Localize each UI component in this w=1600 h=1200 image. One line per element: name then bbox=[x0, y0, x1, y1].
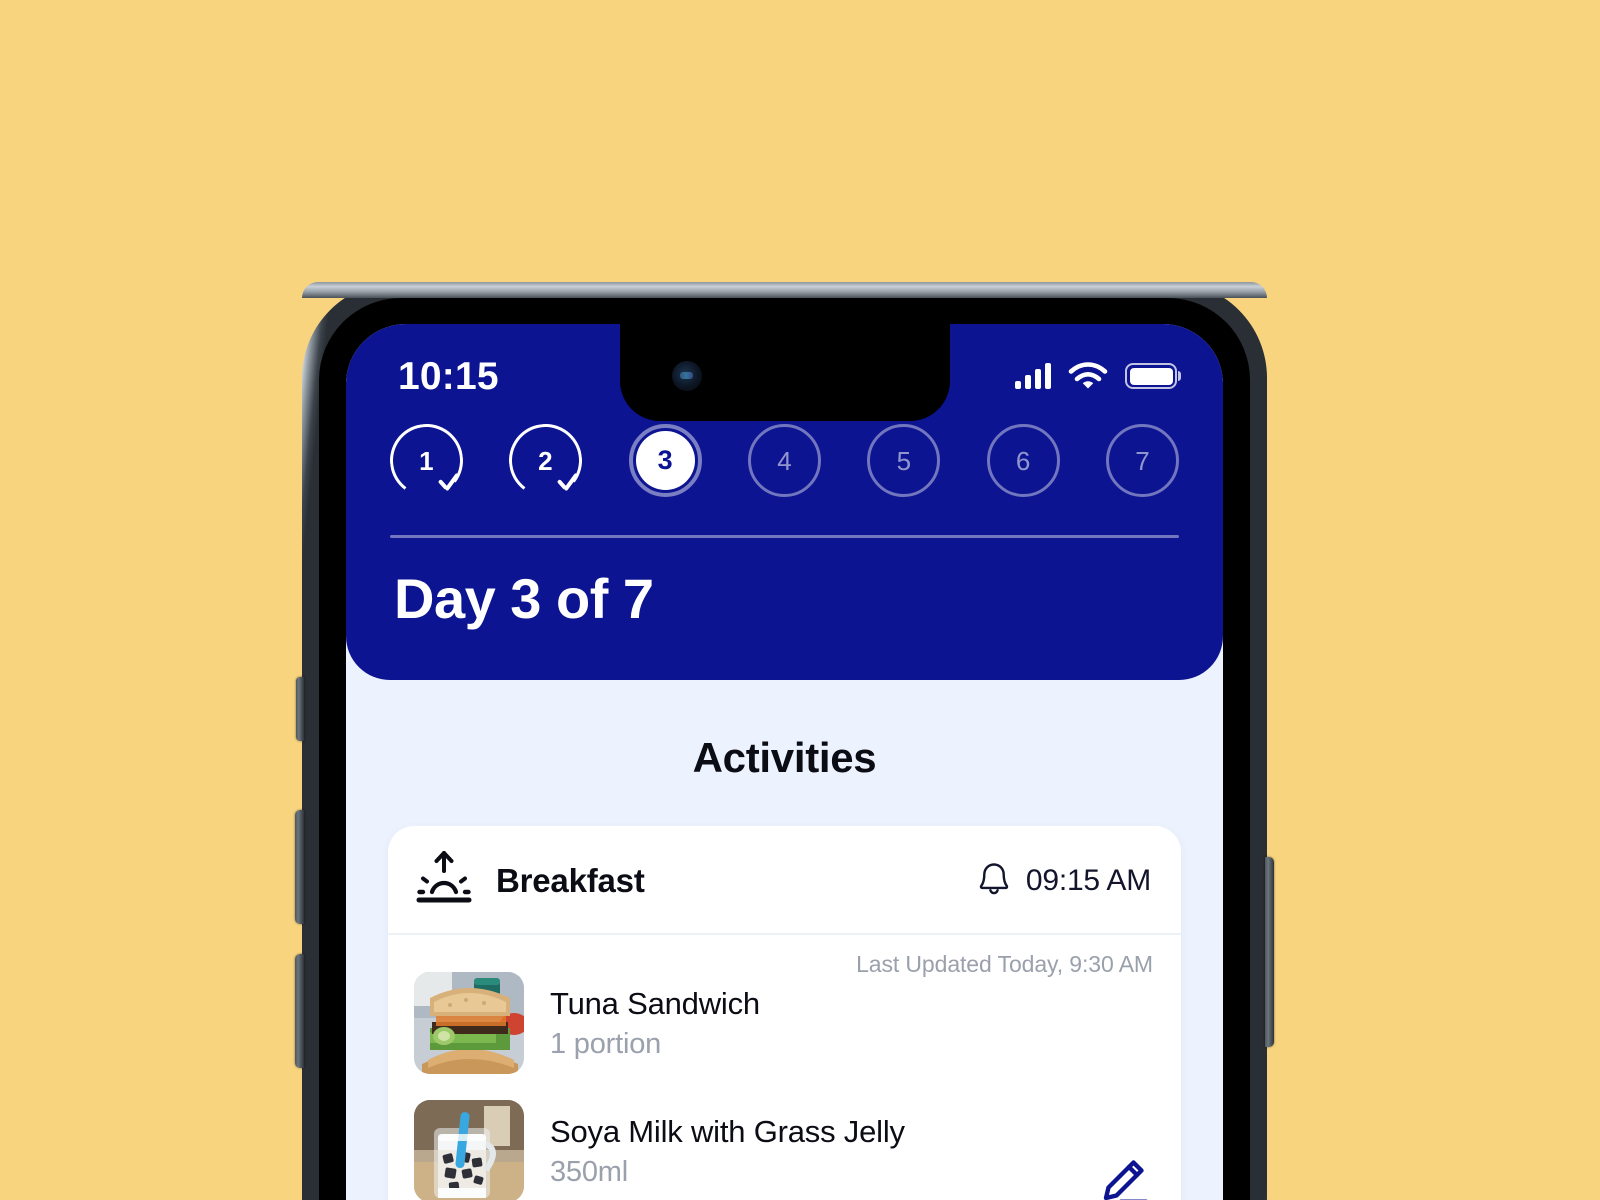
phone-device-frame: 10:15 1 2 3 4 5 6 7 Day 3 of 7 Activitie… bbox=[295, 282, 1274, 1200]
card-header: Breakfast 09:15 AM bbox=[388, 826, 1181, 935]
stepper-step-7[interactable]: 7 bbox=[1105, 424, 1179, 497]
food-quantity: 1 portion bbox=[550, 1027, 662, 1060]
stepper-step-label: 1 bbox=[419, 445, 434, 476]
food-name: Tuna Sandwich bbox=[550, 986, 760, 1022]
battery-icon bbox=[1125, 363, 1177, 389]
stepper-step-4[interactable]: 4 bbox=[747, 424, 821, 497]
signal-bars-icon bbox=[1015, 363, 1051, 389]
volume-down-button[interactable] bbox=[295, 954, 304, 1068]
meal-reminder-time: 09:15 AM bbox=[1025, 863, 1151, 897]
volume-up-button[interactable] bbox=[295, 810, 304, 924]
stepper-step-label: 6 bbox=[1015, 445, 1031, 476]
notch bbox=[619, 324, 950, 421]
page-title: Day 3 of 7 bbox=[394, 566, 654, 630]
day-stepper: 1 2 3 4 5 6 7 bbox=[346, 419, 1223, 502]
main-content: Activities Breakfast 09:15 AM Last Updat… bbox=[346, 680, 1223, 1200]
stepper-step-label: 5 bbox=[896, 445, 912, 476]
check-icon bbox=[436, 471, 462, 497]
stepper-step-label: 2 bbox=[538, 445, 554, 476]
list-item[interactable]: Tuna Sandwich 1 portion bbox=[388, 968, 1181, 1078]
food-quantity: 350ml bbox=[550, 1155, 628, 1188]
food-name: Soya Milk with Grass Jelly bbox=[550, 1114, 905, 1150]
phone-top-rail bbox=[302, 282, 1267, 298]
stepper-step-label: 3 bbox=[657, 445, 673, 475]
stepper-step-6[interactable]: 6 bbox=[986, 424, 1060, 497]
front-camera-icon bbox=[671, 361, 702, 391]
stepper-step-label: 7 bbox=[1135, 445, 1150, 476]
list-item[interactable]: Soya Milk with Grass Jelly 350ml bbox=[388, 1096, 1181, 1200]
stepper-step-1[interactable]: 1 bbox=[385, 419, 468, 502]
silent-switch-button[interactable] bbox=[296, 677, 304, 741]
stepper-step-3[interactable]: 3 bbox=[628, 424, 702, 497]
power-button[interactable] bbox=[1265, 857, 1274, 1047]
status-bar-time: 10:15 bbox=[398, 354, 499, 398]
food-item-list: Tuna Sandwich 1 portion Soya Milk with G… bbox=[388, 968, 1181, 1200]
food-thumbnail-soya-milk bbox=[414, 1100, 524, 1200]
bell-icon bbox=[977, 859, 1011, 902]
check-icon bbox=[555, 471, 581, 497]
phone-screen: 10:15 1 2 3 4 5 6 7 Day 3 of 7 Activitie… bbox=[346, 324, 1223, 1200]
food-thumbnail-sandwich bbox=[414, 972, 524, 1074]
section-title: Activities bbox=[692, 734, 877, 781]
stepper-step-2[interactable]: 2 bbox=[504, 419, 588, 502]
sunrise-icon bbox=[414, 850, 474, 911]
edit-button[interactable] bbox=[1095, 1150, 1153, 1200]
wifi-icon bbox=[1068, 361, 1108, 391]
status-bar-icons bbox=[1015, 361, 1177, 391]
activity-card-breakfast: Breakfast 09:15 AM Last Updated Today, 9… bbox=[388, 826, 1181, 1200]
meal-name: Breakfast bbox=[496, 861, 645, 899]
pencil-edit-icon bbox=[1096, 1156, 1152, 1200]
stepper-step-5[interactable]: 5 bbox=[867, 424, 941, 497]
stepper-step-label: 4 bbox=[777, 445, 792, 476]
